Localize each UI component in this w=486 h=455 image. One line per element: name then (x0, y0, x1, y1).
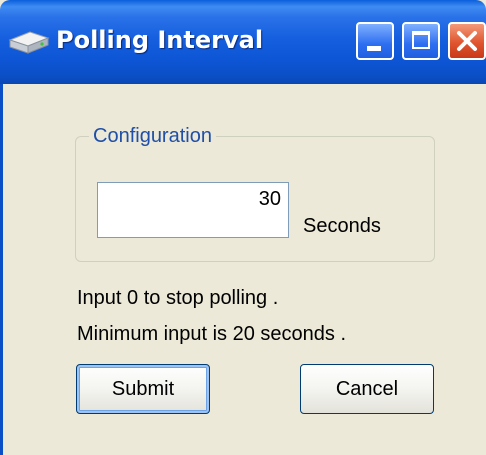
seconds-unit-label: Seconds (303, 215, 381, 237)
configuration-group-label: Configuration (89, 124, 216, 148)
window-title: Polling Interval (56, 26, 264, 54)
maximize-icon (412, 31, 430, 49)
close-button[interactable] (448, 22, 486, 60)
minimize-button[interactable] (356, 22, 394, 60)
minimum-input-hint: Minimum input is 20 seconds . (77, 323, 347, 345)
cancel-button[interactable]: Cancel (300, 364, 434, 414)
title-bar[interactable]: Polling Interval (0, 0, 486, 84)
polling-interval-input[interactable] (97, 182, 289, 238)
maximize-button[interactable] (402, 22, 440, 60)
minimize-icon (367, 46, 381, 51)
window-left-border (0, 84, 3, 455)
stop-polling-hint: Input 0 to stop polling . (77, 287, 279, 309)
polling-interval-dialog: Polling Interval Configuration Seconds I… (0, 0, 486, 455)
close-icon (457, 31, 477, 51)
network-drive-icon (8, 31, 50, 54)
submit-button[interactable]: Submit (76, 364, 210, 414)
